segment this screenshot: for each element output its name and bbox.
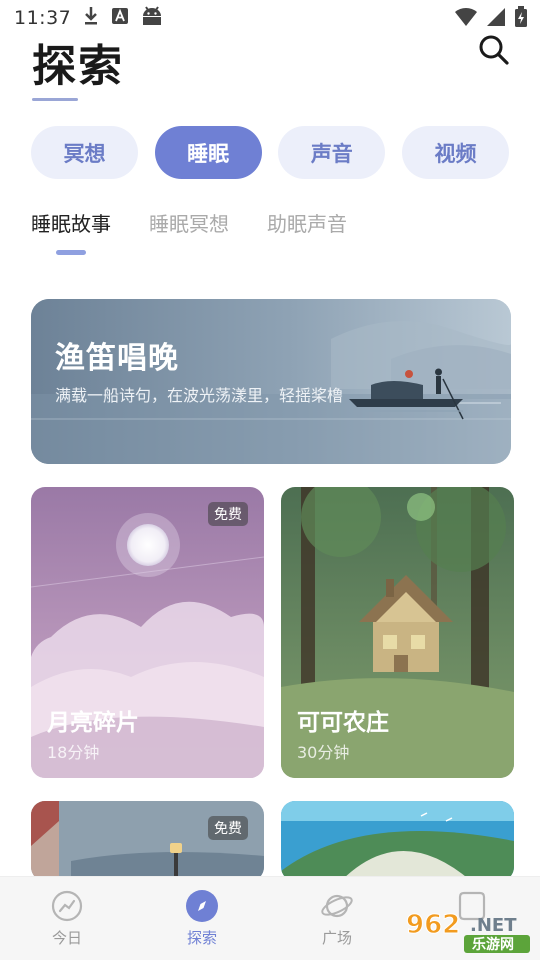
story-card-coco-farm[interactable]: 可可农庄 30分钟: [281, 487, 514, 778]
nav-explore-label: 探索: [186, 929, 217, 947]
coastal-island-illustration: [281, 801, 514, 881]
nav-square[interactable]: 广场: [297, 889, 377, 948]
site-watermark: 962 .NET 乐游网: [402, 905, 534, 955]
svg-text:乐游网: 乐游网: [472, 936, 514, 953]
story-card-harbor[interactable]: 免费: [31, 801, 264, 881]
nav-explore[interactable]: 探索: [162, 889, 242, 948]
category-pill-meditation[interactable]: 冥想: [31, 126, 138, 179]
wifi-icon: [454, 7, 478, 31]
subtab-sleep-stories[interactable]: 睡眠故事: [31, 208, 111, 237]
status-time: 11:37: [14, 7, 72, 29]
nav-today-label: 今日: [51, 929, 82, 947]
fishing-boat-illustration: [31, 299, 511, 464]
free-badge: 免费: [208, 502, 248, 526]
subtab-sleep-sounds[interactable]: 助眠声音: [267, 208, 347, 237]
search-icon: [479, 35, 509, 65]
sub-tabs: 睡眠故事 睡眠冥想 助眠声音: [31, 208, 347, 237]
subtab-sleep-meditation[interactable]: 睡眠冥想: [149, 208, 229, 237]
story-card-coast[interactable]: [281, 801, 514, 881]
category-pill-sleep[interactable]: 睡眠: [154, 126, 262, 179]
signal-icon: [486, 7, 506, 31]
card-duration: 18分钟: [47, 743, 100, 762]
free-badge: 免费: [208, 816, 248, 840]
card-title: 可可农庄: [297, 710, 389, 736]
compass-icon: [186, 890, 218, 922]
category-pills: 冥想 睡眠 声音 视频: [31, 126, 509, 180]
a-badge-icon: [111, 7, 129, 29]
svg-text:.NET: .NET: [470, 915, 517, 936]
trend-chart-icon: [51, 890, 83, 922]
featured-story-card[interactable]: 渔笛唱晚 满载一船诗句，在波光荡漾里，轻摇桨橹: [31, 299, 511, 464]
featured-title: 渔笛唱晚: [55, 341, 179, 376]
subtab-indicator: [56, 250, 86, 255]
featured-description: 满载一船诗句，在波光荡漾里，轻摇桨橹: [55, 386, 344, 405]
watermark-logo: 962 .NET 乐游网: [406, 910, 530, 953]
category-pill-video[interactable]: 视频: [401, 126, 509, 179]
planet-icon: [321, 894, 353, 918]
nav-today[interactable]: 今日: [27, 889, 107, 948]
nav-square-label: 广场: [321, 929, 352, 947]
search-button[interactable]: [478, 34, 510, 66]
battery-icon: [514, 6, 528, 32]
title-underline: [32, 98, 78, 101]
card-title: 月亮碎片: [47, 710, 139, 736]
svg-text:962: 962: [406, 910, 460, 940]
android-icon: [141, 6, 163, 30]
download-icon: [83, 6, 99, 30]
category-pill-sound[interactable]: 声音: [278, 126, 386, 179]
harbor-lamp-illustration: [31, 801, 264, 881]
page-title: 探索: [32, 41, 124, 92]
story-card-moon-fragments[interactable]: 免费 月亮碎片 18分钟: [31, 487, 264, 778]
card-duration: 30分钟: [297, 743, 350, 762]
